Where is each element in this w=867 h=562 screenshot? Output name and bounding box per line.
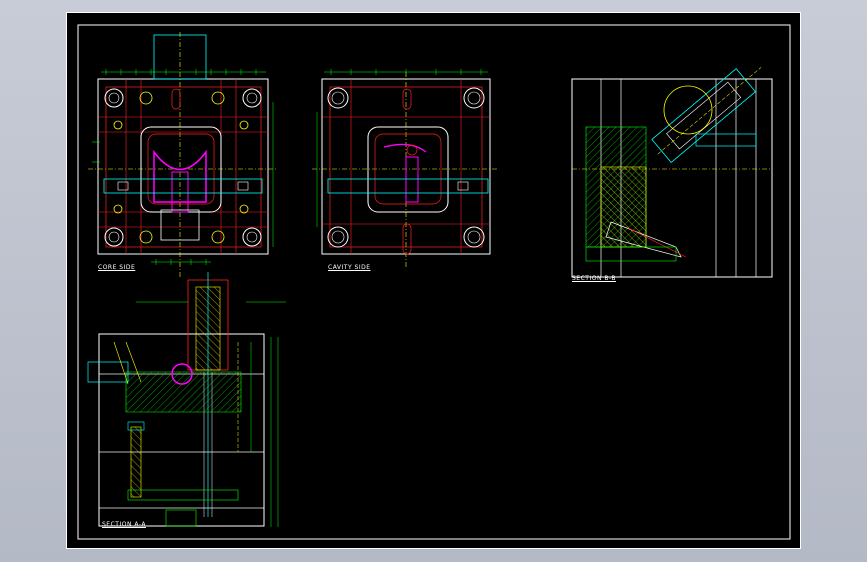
core-side-view[interactable] [88,32,278,277]
core-plate-outline [97,78,269,255]
cavity-side-label: CAVITY SIDE [328,264,371,271]
section-aa-outline [98,333,265,527]
core-guide-hole [104,227,124,247]
section-aa-view[interactable] [87,272,286,527]
core-slide [103,178,263,194]
core-guide-hole [104,88,124,108]
section-bb-label: SECTION B-B [572,275,617,282]
core-guide-hole [242,227,262,247]
section-aa-label: SECTION A-A [102,521,146,528]
angled-slide [651,68,756,163]
section-bb-view[interactable] [571,56,773,278]
cavity-guide-hole [327,87,349,109]
core-inner-plate [105,86,262,248]
cad-drawing-canvas[interactable] [66,12,801,549]
outer-border [66,12,801,549]
cavity-insert [367,126,449,213]
cavity-slide [327,178,489,194]
cavity-guide-hole [463,226,485,248]
cavity-guide-hole [463,87,485,109]
cavity-guide-hole [327,226,349,248]
core-side-label: CORE SIDE [98,264,136,271]
drawing-sheet: CORE SIDE CAVITY SIDE SECTION B-B SECTIO… [66,12,801,549]
inner-border [77,24,791,540]
cavity-side-view[interactable] [312,69,498,267]
cavity-part-profile [383,143,427,153]
section-aa-cavity [125,371,242,413]
core-guide-hole [242,88,262,108]
